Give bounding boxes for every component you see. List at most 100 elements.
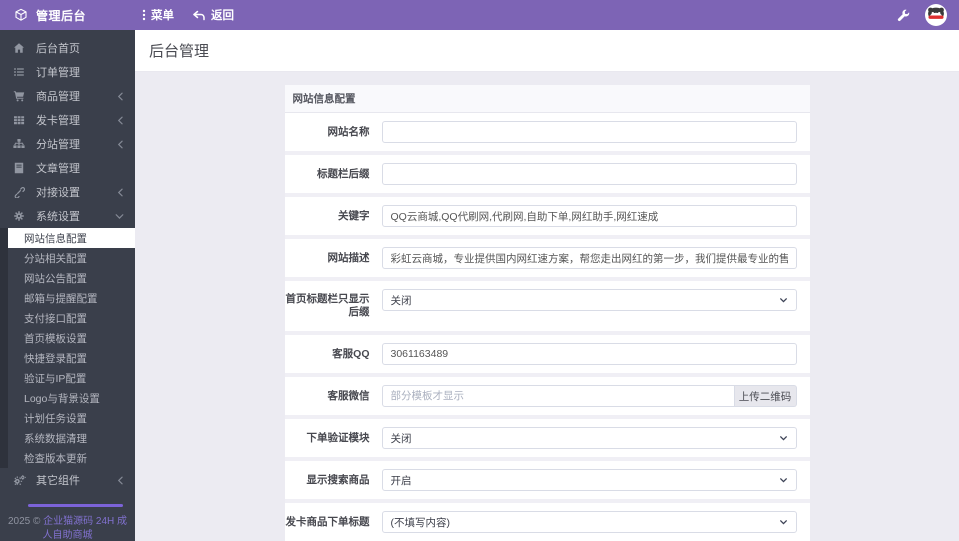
sidebar-item-products[interactable]: 商品管理 [0, 84, 135, 108]
submenu-item-label: 计划任务设置 [24, 412, 87, 425]
form-row-service-wechat: 客服微信 上传二维码 [284, 377, 810, 415]
chevron-left-icon [117, 140, 124, 149]
submenu-item-label: 系统数据清理 [24, 432, 87, 445]
form-row-home-title-suffix: 首页标题栏只显示后缀 关闭 [284, 281, 810, 331]
sidebar-item-docking[interactable]: 对接设置 [0, 180, 135, 204]
chevron-down-icon [779, 434, 788, 442]
content-area: 网站信息配置 网站名称 标题栏后缀 关键字 QQ云商城,QQ代刷网,代刷网,自助… [135, 72, 959, 541]
page-header: 后台管理 [135, 30, 959, 72]
submenu-item-label: 分站相关配置 [24, 252, 87, 265]
site-name-input[interactable] [381, 121, 797, 143]
grid-icon [13, 114, 27, 126]
site-info-panel: 网站信息配置 网站名称 标题栏后缀 关键字 QQ云商城,QQ代刷网,代刷网,自助… [284, 85, 810, 541]
form-row-site-name: 网站名称 [284, 113, 810, 151]
faka-order-title-select[interactable]: (不填写内容) [381, 511, 797, 533]
submenu-item-label: Logo与背景设置 [24, 392, 100, 405]
field-label: 下单验证模块 [306, 432, 370, 444]
submenu-item-cron-task-config[interactable]: 计划任务设置 [8, 408, 135, 428]
home-icon [13, 42, 27, 54]
submenu-item-label: 网站信息配置 [24, 232, 87, 245]
cogs-icon [13, 474, 27, 486]
submenu-item-payment-api-config[interactable]: 支付接口配置 [8, 308, 135, 328]
chevron-down-icon [115, 213, 124, 220]
sidebar-item-system-settings[interactable]: 系统设置 [0, 204, 135, 228]
page-title: 后台管理 [149, 43, 210, 60]
submenu-item-site-notice-config[interactable]: 网站公告配置 [8, 268, 135, 288]
form-row-show-search: 显示搜索商品 开启 [284, 461, 810, 499]
sidebar-item-orders[interactable]: 订单管理 [0, 60, 135, 84]
cube-logo-icon [14, 8, 28, 22]
submenu-item-version-check-config[interactable]: 检查版本更新 [8, 448, 135, 468]
service-wechat-input[interactable] [381, 385, 735, 407]
form-row-site-description: 网站描述 [284, 239, 810, 277]
chevron-down-icon [779, 476, 788, 484]
wrench-icon[interactable] [897, 9, 910, 22]
menu-button-label: 菜单 [151, 10, 174, 22]
main-area: 后台管理 网站信息配置 网站名称 标题栏后缀 关键字 QQ云商城,QQ代刷网,代… [135, 30, 959, 541]
sidebar-item-cards[interactable]: 发卡管理 [0, 108, 135, 132]
field-label: 标题栏后缀 [317, 168, 370, 180]
submenu-item-label: 快捷登录配置 [24, 352, 87, 365]
service-qq-input[interactable] [381, 343, 797, 365]
system-settings-submenu: 网站信息配置 分站相关配置 网站公告配置 邮箱与提醒配置 支付接口配置 首页模板… [0, 228, 135, 468]
submenu-item-label: 首页模板设置 [24, 332, 87, 345]
user-avatar[interactable] [925, 4, 947, 26]
topbar: 管理后台 菜单 返回 [0, 0, 959, 30]
field-label: 客服微信 [327, 390, 370, 402]
submenu-item-label: 网站公告配置 [24, 272, 87, 285]
sidebar-item-substations[interactable]: 分站管理 [0, 132, 135, 156]
sidebar: 后台首页 订单管理 商品管理 发卡管理 分站管理 文章管理 对接设置 系统设置 … [0, 30, 135, 541]
submenu-item-data-clean-config[interactable]: 系统数据清理 [8, 428, 135, 448]
menu-button[interactable]: 菜单 [142, 7, 174, 23]
chevron-down-icon [779, 518, 788, 526]
select-value: (不填写内容) [390, 516, 451, 529]
order-verify-select[interactable]: 关闭 [381, 427, 797, 449]
submenu-item-label: 验证与IP配置 [24, 372, 87, 385]
sidebar-item-label: 对接设置 [36, 187, 80, 199]
sidebar-item-label: 订单管理 [36, 67, 80, 79]
submenu-item-label: 检查版本更新 [24, 452, 87, 465]
sidebar-item-other-components[interactable]: 其它组件 [0, 468, 135, 492]
submenu-item-label: 邮箱与提醒配置 [24, 292, 98, 305]
title-suffix-input[interactable] [381, 163, 797, 185]
back-button[interactable]: 返回 [192, 7, 234, 23]
sidebar-item-home[interactable]: 后台首页 [0, 36, 135, 60]
field-label: 关键字 [338, 210, 370, 222]
submenu-item-email-remind-config[interactable]: 邮箱与提醒配置 [8, 288, 135, 308]
field-label: 首页标题栏只显示后缀 [285, 293, 370, 318]
chevron-left-icon [117, 92, 124, 101]
keywords-input[interactable] [381, 205, 797, 227]
submenu-item-substation-config[interactable]: 分站相关配置 [8, 248, 135, 268]
sidebar-item-label: 分站管理 [36, 139, 80, 151]
back-button-label: 返回 [211, 10, 234, 22]
field-label: 网站名称 [327, 126, 370, 138]
form-row-faka-order-title: 发卡商品下单标题 (不填写内容) [284, 503, 810, 541]
sidebar-item-label: 商品管理 [36, 91, 80, 103]
panel-title: 网站信息配置 [284, 85, 810, 113]
field-label: 客服QQ [332, 348, 370, 360]
submenu-item-home-template-config[interactable]: 首页模板设置 [8, 328, 135, 348]
chevron-left-icon [117, 476, 124, 485]
submenu-item-verify-ip-config[interactable]: 验证与IP配置 [8, 368, 135, 388]
back-arrow-icon [192, 10, 206, 21]
submenu-item-label: 支付接口配置 [24, 312, 87, 325]
submenu-item-site-info-config[interactable]: 网站信息配置 [8, 228, 135, 248]
gear-icon [13, 210, 27, 222]
show-search-select[interactable]: 开启 [381, 469, 797, 491]
form-row-title-suffix: 标题栏后缀 [284, 155, 810, 193]
sidebar-item-label: 系统设置 [36, 211, 80, 223]
upload-qrcode-button[interactable]: 上传二维码 [734, 385, 797, 407]
site-description-input[interactable] [381, 247, 797, 269]
submenu-item-logo-background-config[interactable]: Logo与背景设置 [8, 388, 135, 408]
copyright-prefix: 2025 © [7, 516, 41, 527]
sitemap-icon [13, 138, 27, 150]
form-row-keywords: 关键字 [284, 197, 810, 235]
app-brand[interactable]: 管理后台 [0, 7, 135, 24]
select-value: 开启 [390, 474, 412, 487]
home-title-suffix-select[interactable]: 关闭 [381, 289, 797, 311]
submenu-item-quick-login-config[interactable]: 快捷登录配置 [8, 348, 135, 368]
copyright-link[interactable]: 企业猫源码 24H 成人自助商城 [43, 516, 128, 541]
chevron-left-icon [117, 188, 124, 197]
sidebar-item-articles[interactable]: 文章管理 [0, 156, 135, 180]
book-icon [13, 162, 27, 174]
